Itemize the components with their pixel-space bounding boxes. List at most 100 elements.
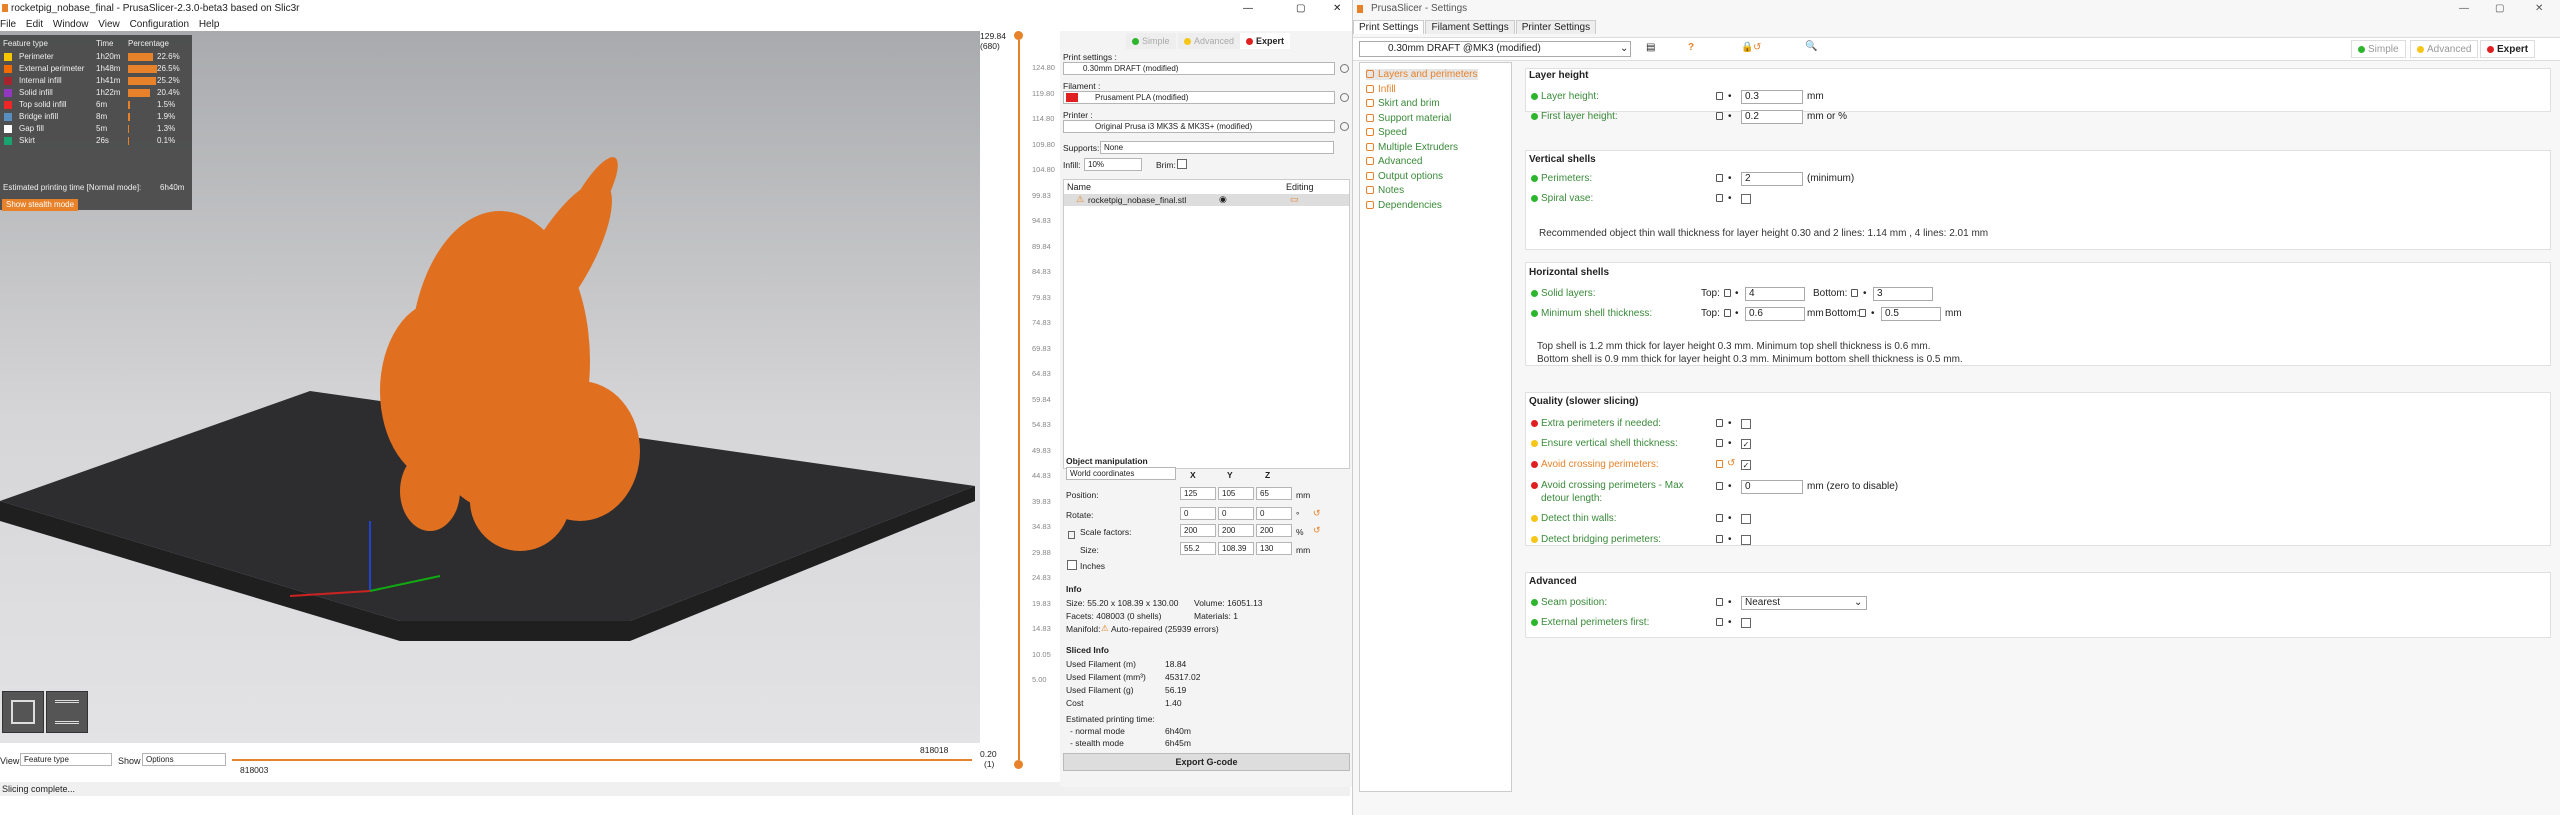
mode-expert-button[interactable]: Expert: [1240, 33, 1291, 49]
perimeters-spin[interactable]: 2: [1741, 172, 1803, 186]
scale-lock-icon[interactable]: [1068, 531, 1075, 539]
solid-bottom-lock-icon[interactable]: [1851, 289, 1858, 297]
tree-item[interactable]: Speed: [1366, 127, 1407, 138]
avoid-crossing-max-input[interactable]: 0: [1741, 480, 1803, 494]
print-settings-select[interactable]: 0.30mm DRAFT (modified): [1063, 62, 1335, 75]
menu-configuration[interactable]: Configuration: [130, 19, 189, 30]
minimize-icon[interactable]: —: [1243, 0, 1253, 18]
slider-track[interactable]: [1018, 40, 1020, 760]
rotate-z-input[interactable]: 0: [1256, 507, 1292, 520]
close-icon[interactable]: ✕: [1333, 0, 1341, 18]
menu-edit[interactable]: Edit: [26, 19, 43, 30]
3d-viewport[interactable]: Feature type Time Percentage Perimeter 1h…: [0, 31, 980, 743]
tree-item[interactable]: Dependencies: [1366, 200, 1442, 211]
object-row[interactable]: ⚠ rocketpig_nobase_final.stl ◉ ▭: [1064, 194, 1349, 206]
infill-select[interactable]: 10%: [1084, 158, 1142, 171]
detect-thin-walls-lock-icon[interactable]: [1716, 514, 1723, 522]
first-layer-height-input[interactable]: 0.2: [1741, 110, 1803, 124]
view-select[interactable]: Feature type: [20, 753, 112, 766]
question-icon[interactable]: ?: [1688, 42, 1694, 53]
avoid-crossing-lock-icon[interactable]: [1716, 460, 1723, 468]
rotate-x-input[interactable]: 0: [1180, 507, 1216, 520]
mode-advanced-button[interactable]: Advanced: [1178, 33, 1241, 49]
min-shell-bottom-input[interactable]: 0.5: [1881, 307, 1941, 321]
maximize-icon[interactable]: ▢: [1296, 0, 1305, 18]
settings-mode-advanced[interactable]: Advanced: [2410, 40, 2479, 58]
move-slider-track[interactable]: [232, 759, 972, 761]
move-slider[interactable]: 818018 View Feature type Show Options 81…: [0, 743, 980, 787]
tree-item[interactable]: Support material: [1366, 113, 1451, 124]
tab-filament-settings[interactable]: Filament Settings: [1425, 20, 1515, 34]
filament-select[interactable]: Prusament PLA (modified): [1063, 91, 1335, 104]
reset-scale-icon[interactable]: ↺: [1313, 525, 1321, 536]
search-icon[interactable]: 🔍: [1805, 41, 1817, 52]
size-y-input[interactable]: 108.39: [1218, 542, 1254, 555]
supports-select[interactable]: None: [1100, 141, 1334, 154]
layer-slider[interactable]: 129.84 (680) 124.80 119.80 114.80 109.80 104…: [980, 31, 1070, 787]
tree-item[interactable]: Notes: [1366, 185, 1404, 196]
tree-item[interactable]: Layers and perimeters: [1366, 69, 1478, 80]
spiral-vase-lock-icon[interactable]: [1716, 194, 1723, 202]
preset-select[interactable]: 0.30mm DRAFT @MK3 (modified) ⌄: [1359, 41, 1631, 57]
inches-checkbox[interactable]: [1067, 560, 1077, 570]
settings-close-icon[interactable]: ✕: [2535, 0, 2543, 18]
coordinates-select[interactable]: World coordinates: [1066, 467, 1176, 480]
extra-perimeters-lock-icon[interactable]: [1716, 419, 1723, 427]
settings-mode-simple[interactable]: Simple: [2351, 40, 2406, 58]
lock-toggle-icon[interactable]: 🔒: [1741, 42, 1753, 53]
settings-mode-expert[interactable]: Expert: [2480, 40, 2536, 58]
scale-z-input[interactable]: 200: [1256, 524, 1292, 537]
menu-file[interactable]: File: [0, 19, 16, 30]
position-x-input[interactable]: 125: [1180, 487, 1216, 500]
view-layers-button[interactable]: [46, 691, 88, 733]
menu-window[interactable]: Window: [53, 19, 89, 30]
menu-view[interactable]: View: [98, 19, 120, 30]
solid-top-spin[interactable]: 4: [1745, 287, 1805, 301]
detect-bridging-lock-icon[interactable]: [1716, 535, 1723, 543]
avoid-crossing-undo-icon[interactable]: ↺: [1727, 458, 1735, 469]
position-y-input[interactable]: 105: [1218, 487, 1254, 500]
ensure-vertical-lock-icon[interactable]: [1716, 439, 1723, 447]
settings-minimize-icon[interactable]: —: [2459, 0, 2469, 18]
min-shell-bottom-lock-icon[interactable]: [1859, 309, 1866, 317]
min-shell-top-input[interactable]: 0.6: [1745, 307, 1805, 321]
tab-printer-settings[interactable]: Printer Settings: [1515, 20, 1597, 34]
ensure-vertical-checkbox[interactable]: ✓: [1741, 439, 1751, 449]
layer-height-lock-icon[interactable]: [1716, 92, 1723, 100]
slider-bottom-thumb[interactable]: [1014, 760, 1023, 769]
scale-x-input[interactable]: 200: [1180, 524, 1216, 537]
extra-perimeters-checkbox[interactable]: [1741, 419, 1751, 429]
size-z-input[interactable]: 130: [1256, 542, 1292, 555]
view-iso-button[interactable]: [2, 691, 44, 733]
settings-maximize-icon[interactable]: ▢: [2495, 0, 2504, 18]
solid-top-lock-icon[interactable]: [1724, 289, 1731, 297]
mode-simple-button[interactable]: Simple: [1126, 33, 1176, 49]
save-preset-icon[interactable]: ▤: [1646, 42, 1655, 53]
show-select[interactable]: Options: [142, 753, 226, 766]
printer-select[interactable]: Original Prusa i3 MK3S & MK3S+ (modified…: [1063, 120, 1335, 133]
min-shell-top-lock-icon[interactable]: [1724, 309, 1731, 317]
undo-toggle-icon[interactable]: ↺: [1753, 42, 1761, 53]
detect-bridging-checkbox[interactable]: [1741, 535, 1751, 545]
tree-item[interactable]: Output options: [1366, 171, 1443, 182]
layer-height-input[interactable]: 0.3: [1741, 90, 1803, 104]
size-x-input[interactable]: 55.2: [1180, 542, 1216, 555]
reset-rotation-icon[interactable]: ↺: [1313, 508, 1321, 519]
spiral-vase-checkbox[interactable]: [1741, 194, 1751, 204]
edit-icon[interactable]: ▭: [1290, 194, 1299, 205]
filament-edit-icon[interactable]: [1340, 93, 1349, 102]
seam-position-select[interactable]: Nearest ⌄: [1741, 596, 1867, 610]
menu-help[interactable]: Help: [199, 19, 220, 30]
perimeters-lock-icon[interactable]: [1716, 174, 1723, 182]
filament-color-swatch[interactable]: [1066, 93, 1078, 102]
scale-y-input[interactable]: 200: [1218, 524, 1254, 537]
external-first-checkbox[interactable]: [1741, 618, 1751, 628]
seam-position-lock-icon[interactable]: [1716, 598, 1723, 606]
detect-thin-walls-checkbox[interactable]: [1741, 514, 1751, 524]
print-settings-edit-icon[interactable]: [1340, 64, 1349, 73]
external-first-lock-icon[interactable]: [1716, 618, 1723, 626]
show-stealth-mode-button[interactable]: Show stealth mode: [2, 199, 79, 211]
brim-checkbox[interactable]: [1177, 159, 1187, 169]
tree-item[interactable]: Multiple Extruders: [1366, 142, 1458, 153]
tree-item[interactable]: Skirt and brim: [1366, 98, 1440, 109]
